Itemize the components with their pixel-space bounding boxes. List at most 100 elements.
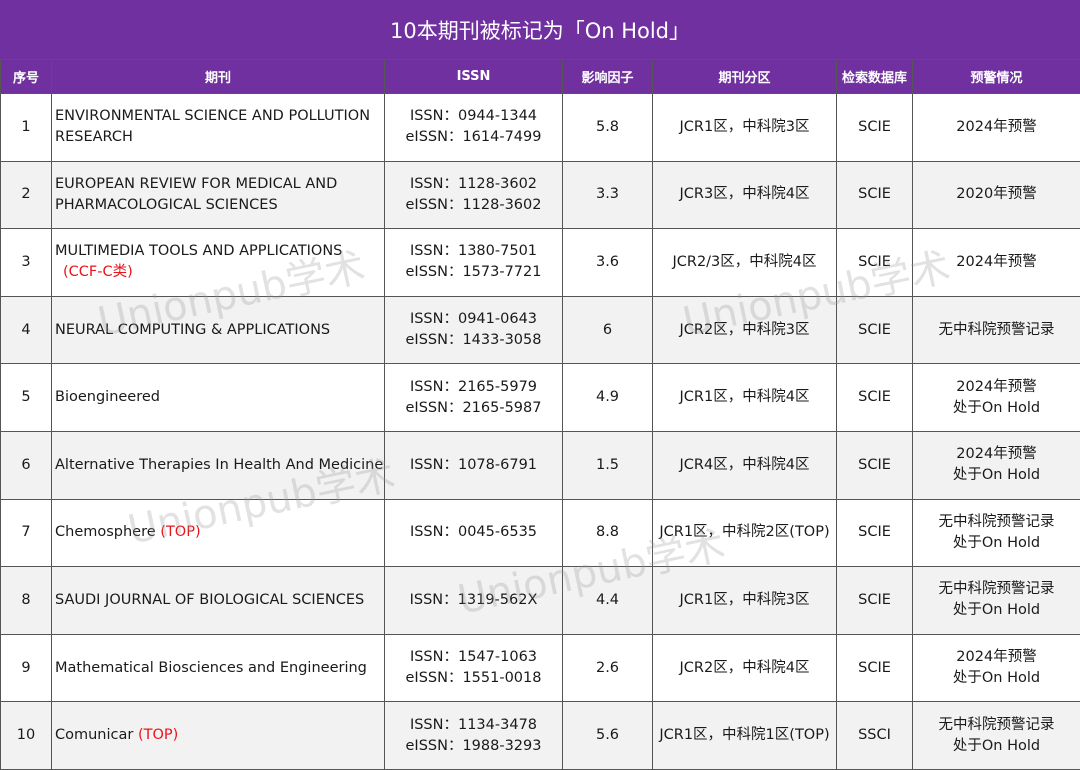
cell-partition: JCR1区，中科院3区 — [652, 93, 837, 162]
cell-journal: Comunicar (TOP) — [51, 701, 385, 770]
header-journal: 期刊 — [51, 59, 385, 94]
table-row: 10 Comunicar (TOP) ISSN：1134-3478 eISSN：198… — [0, 701, 1080, 770]
table-row: 5 Bioengineered ISSN：2165-5979 eISSN：2165-5… — [0, 363, 1080, 432]
journal-tag: (CCF-C类) — [63, 264, 133, 281]
journal-name: SAUDI JOURNAL OF BIOLOGICAL SCIENCES — [55, 591, 365, 608]
journal-name: Comunicar — [55, 727, 134, 744]
eissn-value: eISSN：2165-5987 — [405, 399, 542, 416]
warning-text: 无中科院预警记录 — [938, 581, 1055, 598]
cell-issn: ISSN：1380-7501 eISSN：1573-7721 — [384, 228, 563, 297]
cell-journal: Chemosphere (TOP) — [51, 498, 385, 568]
cell-index: 6 — [0, 430, 52, 500]
header-index: 序号 — [0, 59, 52, 94]
issn-value: ISSN：1547-1063 — [409, 649, 538, 666]
cell-journal: Mathematical Biosciences and Engineering — [51, 633, 385, 703]
cell-warning: 2024年预警 — [912, 228, 1080, 297]
on-hold-text: 处于On Hold — [952, 737, 1041, 754]
header-issn: ISSN — [384, 59, 563, 94]
table-header-row: 序号 期刊 ISSN 影响因子 期刊分区 检索数据库 预警情况 — [0, 59, 1080, 94]
cell-index: 8 — [0, 566, 52, 635]
warning-text: 2024年预警 — [956, 378, 1037, 395]
cell-impact-factor: 5.8 — [562, 93, 653, 162]
cell-journal: Bioengineered — [51, 363, 385, 432]
table-row: 6 Alternative Therapies In Health And Med… — [0, 430, 1080, 500]
cell-partition: JCR4区，中科院4区 — [652, 430, 837, 500]
cell-database: SCIE — [836, 498, 913, 568]
cell-database: SCIE — [836, 295, 913, 365]
journal-name: NEURAL COMPUTING & APPLICATIONS — [55, 321, 331, 338]
issn-value: ISSN：1078-6791 — [409, 456, 538, 473]
cell-database: SSCI — [836, 701, 913, 770]
journal-tag: (TOP) — [160, 524, 201, 541]
issn-value: ISSN：0944-1344 — [409, 108, 538, 125]
cell-impact-factor: 3.6 — [562, 228, 653, 297]
journal-name: Mathematical Biosciences and Engineering — [55, 659, 367, 676]
warning-text: 2020年预警 — [956, 186, 1037, 203]
warning-text: 2024年预警 — [956, 118, 1037, 135]
header-warning: 预警情况 — [912, 59, 1080, 94]
cell-impact-factor: 1.5 — [562, 430, 653, 500]
cell-impact-factor: 4.4 — [562, 566, 653, 635]
cell-journal: Alternative Therapies In Health And Medi… — [51, 430, 385, 500]
eissn-value: eISSN：1128-3602 — [405, 196, 542, 213]
warning-text: 2024年预警 — [956, 253, 1037, 270]
cell-issn: ISSN：0944-1344 eISSN：1614-7499 — [384, 93, 563, 162]
issn-value: ISSN：0045-6535 — [409, 524, 538, 541]
cell-index: 7 — [0, 498, 52, 568]
issn-value: ISSN：1134-3478 — [409, 716, 538, 733]
cell-partition: JCR2区，中科院3区 — [652, 295, 837, 365]
cell-issn: ISSN：0045-6535 — [384, 498, 563, 568]
cell-journal: NEURAL COMPUTING & APPLICATIONS — [51, 295, 385, 365]
cell-impact-factor: 3.3 — [562, 160, 653, 230]
cell-database: SCIE — [836, 566, 913, 635]
header-partition: 期刊分区 — [652, 59, 837, 94]
cell-index: 5 — [0, 363, 52, 432]
table-row: 9 Mathematical Biosciences and Engineerin… — [0, 633, 1080, 703]
eissn-value: eISSN：1551-0018 — [405, 670, 542, 687]
cell-warning: 2020年预警 — [912, 160, 1080, 230]
on-hold-text: 处于On Hold — [952, 670, 1041, 687]
cell-issn: ISSN：2165-5979 eISSN：2165-5987 — [384, 363, 563, 432]
cell-index: 1 — [0, 93, 52, 162]
journal-name: MULTIMEDIA TOOLS AND APPLICATIONS — [55, 243, 343, 260]
journal-name: Alternative Therapies In Health And Medi… — [55, 456, 384, 473]
warning-text: 无中科院预警记录 — [938, 513, 1055, 530]
cell-database: SCIE — [836, 633, 913, 703]
cell-impact-factor: 2.6 — [562, 633, 653, 703]
eissn-value: eISSN：1573-7721 — [405, 264, 542, 281]
cell-database: SCIE — [836, 93, 913, 162]
cell-index: 9 — [0, 633, 52, 703]
issn-value: ISSN：1380-7501 — [409, 243, 538, 260]
issn-value: ISSN：2165-5979 — [409, 378, 538, 395]
eissn-value: eISSN：1988-3293 — [405, 737, 542, 754]
cell-database: SCIE — [836, 430, 913, 500]
cell-index: 3 — [0, 228, 52, 297]
cell-index: 10 — [0, 701, 52, 770]
issn-value: ISSN：1319-562X — [409, 591, 538, 608]
cell-database: SCIE — [836, 363, 913, 432]
cell-database: SCIE — [836, 228, 913, 297]
on-hold-text: 处于On Hold — [952, 602, 1041, 619]
cell-index: 2 — [0, 160, 52, 230]
cell-warning: 无中科院预警记录 处于On Hold — [912, 701, 1080, 770]
cell-partition: JCR2/3区，中科院4区 — [652, 228, 837, 297]
cell-impact-factor: 8.8 — [562, 498, 653, 568]
cell-warning: 2024年预警 处于On Hold — [912, 633, 1080, 703]
cell-partition: JCR1区，中科院4区 — [652, 363, 837, 432]
cell-journal: EUROPEAN REVIEW FOR MEDICAL AND PHARMACO… — [51, 160, 385, 230]
issn-value: ISSN：1128-3602 — [409, 175, 538, 192]
cell-journal: MULTIMEDIA TOOLS AND APPLICATIONS (CCF-C类… — [51, 228, 385, 297]
cell-journal: SAUDI JOURNAL OF BIOLOGICAL SCIENCES — [51, 566, 385, 635]
page-title: 10本期刊被标记为「On Hold」 — [0, 0, 1080, 60]
header-impact-factor: 影响因子 — [562, 59, 653, 94]
cell-issn: ISSN：1134-3478 eISSN：1988-3293 — [384, 701, 563, 770]
cell-database: SCIE — [836, 160, 913, 230]
table-row: 2 EUROPEAN REVIEW FOR MEDICAL AND PHARMAC… — [0, 160, 1080, 230]
on-hold-text: 处于On Hold — [952, 467, 1041, 484]
cell-partition: JCR1区，中科院1区(TOP) — [652, 701, 837, 770]
cell-impact-factor: 6 — [562, 295, 653, 365]
cell-partition: JCR2区，中科院4区 — [652, 633, 837, 703]
cell-warning: 无中科院预警记录 处于On Hold — [912, 566, 1080, 635]
journal-name: Bioengineered — [55, 389, 160, 406]
table-row: 7 Chemosphere (TOP) ISSN：0045-6535 8.8 JCR1区… — [0, 498, 1080, 568]
